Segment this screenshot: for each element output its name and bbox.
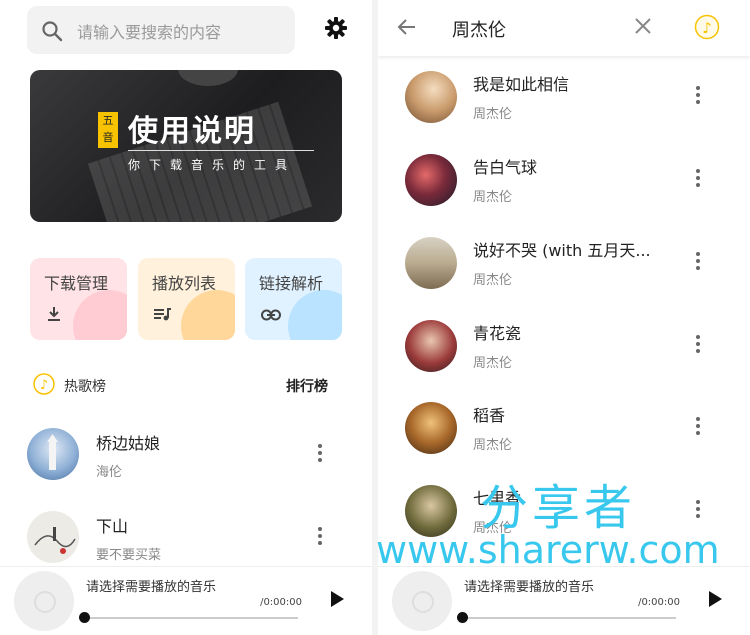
more-icon[interactable] (318, 444, 322, 465)
banner-badge: 五音 (98, 112, 118, 148)
usage-guide-banner[interactable]: 五音 使用说明 你下载音乐的工具 (30, 70, 342, 222)
song-title: 下山 (96, 517, 129, 536)
card-label: 链接解析 (259, 274, 324, 293)
list-item[interactable]: 告白气球 周杰伦 (378, 154, 750, 234)
album-cover (405, 320, 457, 372)
song-artist: 周杰伦 (473, 438, 513, 453)
song-title: 稻香 (473, 406, 506, 425)
song-title: 我是如此相信 (473, 75, 570, 94)
progress-bar[interactable] (462, 617, 676, 619)
song-title: 桥边姑娘 (96, 434, 161, 453)
song-artist: 要不要买菜 (96, 548, 162, 563)
hot-songs-title: 热歌榜 (64, 379, 106, 395)
player-time: /0:00:00 (260, 597, 302, 608)
album-cover (27, 428, 79, 480)
more-icon[interactable] (696, 417, 700, 438)
more-icon[interactable] (696, 500, 700, 521)
link-parse-card[interactable]: 链接解析 (245, 258, 342, 340)
music-note-icon[interactable]: ♪ (694, 14, 720, 44)
album-cover (405, 402, 457, 454)
song-artist: 周杰伦 (473, 190, 513, 205)
list-item[interactable]: 稻香 周杰伦 (378, 402, 750, 482)
more-icon[interactable] (318, 527, 322, 548)
list-item[interactable]: 青花瓷 周杰伦 (378, 320, 750, 400)
play-icon[interactable] (709, 591, 722, 607)
card-label: 播放列表 (152, 274, 217, 293)
search-placeholder: 请输入要搜索的内容 (77, 23, 222, 42)
ranking-link[interactable]: 排行榜 (286, 376, 328, 396)
album-cover (405, 237, 457, 289)
playlist-card[interactable]: 播放列表 (138, 258, 235, 340)
player-hint: 请选择需要播放的音乐 (464, 580, 595, 595)
music-note-icon: ♪ (33, 373, 55, 399)
svg-text:♪: ♪ (702, 19, 712, 37)
album-cover (27, 511, 79, 563)
play-icon[interactable] (331, 591, 344, 607)
list-item[interactable]: 七里香 周杰伦 (378, 485, 750, 565)
progress-handle[interactable] (457, 612, 468, 623)
mini-player: 请选择需要播放的音乐 /0:00:00 (378, 566, 750, 635)
progress-handle[interactable] (79, 612, 90, 623)
card-label: 下载管理 (44, 274, 109, 293)
search-icon (41, 20, 63, 46)
gear-icon[interactable] (324, 16, 348, 44)
album-cover (405, 71, 457, 123)
search-results-panel: 周杰伦 ♪ 我是如此相信 周杰伦 告白气球 周杰伦 说好不哭 (with 五月天… (378, 0, 750, 635)
download-icon (46, 306, 62, 326)
player-hint: 请选择需要播放的音乐 (86, 580, 217, 595)
song-title: 青花瓷 (473, 324, 522, 343)
mini-player: 请选择需要播放的音乐 /0:00:00 (0, 566, 372, 635)
back-arrow-icon[interactable] (397, 17, 417, 41)
disc-icon (14, 571, 74, 631)
song-artist: 周杰伦 (473, 273, 513, 288)
more-icon[interactable] (696, 335, 700, 356)
more-icon[interactable] (696, 86, 700, 107)
home-panel: 请输入要搜索的内容 五音 使用说明 你下载音乐的工具 下载管理 播放列表 链接解… (0, 0, 372, 635)
list-item[interactable]: 桥边姑娘 海伦 (0, 428, 372, 498)
player-time: /0:00:00 (638, 597, 680, 608)
playlist-icon (154, 306, 172, 326)
search-header: 周杰伦 ♪ (378, 0, 750, 56)
progress-bar[interactable] (84, 617, 298, 619)
link-icon (261, 306, 281, 325)
album-cover (405, 154, 457, 206)
svg-text:♪: ♪ (40, 378, 48, 393)
song-title: 告白气球 (473, 158, 538, 177)
album-cover (405, 485, 457, 537)
download-manager-card[interactable]: 下载管理 (30, 258, 127, 340)
more-icon[interactable] (696, 169, 700, 190)
disc-icon (392, 571, 452, 631)
list-item[interactable]: 说好不哭 (with 五月天... 周杰伦 (378, 237, 750, 317)
list-item[interactable]: 我是如此相信 周杰伦 (378, 71, 750, 151)
song-title: 七里香 (473, 489, 522, 508)
song-artist: 周杰伦 (473, 521, 513, 536)
close-icon[interactable] (634, 17, 652, 39)
song-title: 说好不哭 (with 五月天... (473, 241, 651, 260)
song-artist: 海伦 (96, 465, 123, 480)
song-artist: 周杰伦 (473, 356, 513, 371)
search-input[interactable]: 请输入要搜索的内容 (27, 6, 295, 54)
banner-title: 使用说明 (128, 114, 256, 149)
more-icon[interactable] (696, 252, 700, 273)
banner-subtitle: 你下载音乐的工具 (128, 158, 297, 172)
song-artist: 周杰伦 (473, 107, 513, 122)
search-query[interactable]: 周杰伦 (452, 16, 506, 42)
